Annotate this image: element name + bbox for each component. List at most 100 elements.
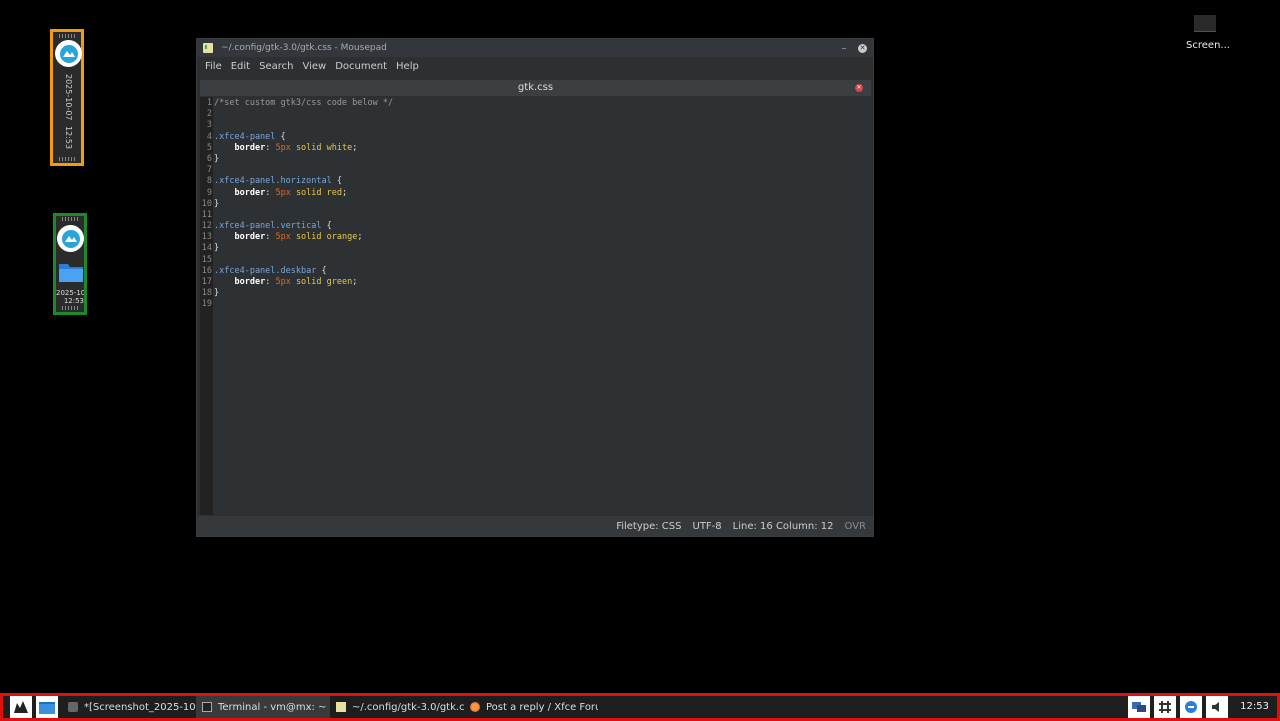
code-token: : xyxy=(265,232,276,243)
panel-clock[interactable]: 12:53 xyxy=(61,126,75,152)
window-title: ~/.config/gtk-3.0/gtk.css - Mousepad xyxy=(221,43,387,53)
code-line[interactable]: border: 5px solid orange; xyxy=(214,232,871,243)
line-number: 14 xyxy=(201,243,212,254)
code-line[interactable]: .xfce4-panel.horizontal { xyxy=(214,176,871,187)
code-token: 5px xyxy=(275,277,291,287)
code-token: } xyxy=(214,243,220,254)
code-token: border xyxy=(234,142,266,153)
taskbar-item[interactable]: Post a reply / Xfce Foru... xyxy=(464,696,598,718)
code-line[interactable]: } xyxy=(214,154,871,165)
line-number: 18 xyxy=(201,288,212,299)
line-number: 7 xyxy=(206,165,212,176)
panel-drag-handle[interactable] xyxy=(62,217,78,221)
vertical-panel: 2025-10-07 12:53 xyxy=(50,29,84,166)
panel-drag-handle[interactable] xyxy=(59,34,75,38)
code-token: border xyxy=(234,187,266,198)
code-line[interactable]: } xyxy=(214,243,871,254)
code-token: solid red xyxy=(295,187,342,198)
code-token: .xfce4-panel.vertical xyxy=(214,221,322,232)
mx-logo-icon[interactable] xyxy=(57,225,84,252)
panel-clock[interactable]: 12:53 xyxy=(56,297,84,305)
line-number: 12 xyxy=(201,221,212,232)
line-number: 19 xyxy=(201,299,212,310)
file-manager-icon[interactable] xyxy=(36,696,58,718)
code-token: solid white xyxy=(295,142,353,153)
code-line[interactable]: .xfce4-panel.deskbar { xyxy=(214,266,871,277)
code-line[interactable] xyxy=(214,120,871,131)
desktop-file-icon[interactable]: Screen... xyxy=(1184,12,1232,56)
line-number: 9 xyxy=(206,187,212,198)
taskbar-item[interactable]: Terminal - vm@mx: ~ xyxy=(196,696,330,718)
panel-drag-handle[interactable] xyxy=(62,306,78,310)
minimize-button[interactable]: – xyxy=(836,43,852,54)
code-line[interactable]: /*set custom gtk3/css code below */ xyxy=(214,98,871,109)
volume-icon[interactable] xyxy=(1206,696,1229,718)
line-number: 15 xyxy=(201,254,212,265)
tab-close-icon[interactable]: ✕ xyxy=(855,84,863,92)
menu-edit[interactable]: Edit xyxy=(227,61,254,72)
taskbar-item[interactable]: *[Screenshot_2025-10-... xyxy=(62,696,196,718)
tab-gtk-css[interactable]: gtk.css ✕ xyxy=(200,80,871,96)
system-tray: 12:53 xyxy=(1124,696,1277,718)
code-line[interactable] xyxy=(214,255,871,266)
code-token: { xyxy=(316,265,327,276)
line-number: 11 xyxy=(201,209,212,220)
code-token: } xyxy=(214,198,220,209)
line-number: 8 xyxy=(206,176,212,187)
code-line[interactable]: } xyxy=(214,199,871,210)
menu-view[interactable]: View xyxy=(298,61,330,72)
code-token: 5px xyxy=(275,187,291,198)
code-line[interactable] xyxy=(214,210,871,221)
menu-file[interactable]: File xyxy=(201,61,226,72)
code-token: : xyxy=(265,187,276,198)
code-token: .xfce4-panel.deskbar xyxy=(214,265,317,276)
code-token: : xyxy=(265,277,276,287)
line-number: 10 xyxy=(201,198,212,209)
code-token: ; xyxy=(342,187,348,198)
close-button[interactable]: ✕ xyxy=(858,43,867,53)
code-token: ; xyxy=(352,142,358,153)
code-token: ; xyxy=(352,277,358,287)
updater-icon[interactable] xyxy=(1180,696,1203,718)
code-token: } xyxy=(214,153,220,164)
code-line[interactable] xyxy=(214,109,871,120)
menu-help[interactable]: Help xyxy=(392,61,423,72)
line-number: 3 xyxy=(206,120,212,131)
code-line[interactable]: border: 5px solid red; xyxy=(214,188,871,199)
code-line[interactable]: border: 5px solid white; xyxy=(214,143,871,154)
window-titlebar[interactable]: ~/.config/gtk-3.0/gtk.css - Mousepad – ✕ xyxy=(197,39,873,57)
encoding-status: UTF-8 xyxy=(692,520,722,532)
code-line[interactable]: } xyxy=(214,288,871,299)
code-line[interactable]: .xfce4-panel { xyxy=(214,132,871,143)
network-icon[interactable] xyxy=(1128,696,1151,718)
panel-date: 2025-10-07 xyxy=(64,74,73,121)
code-line[interactable] xyxy=(214,165,871,176)
mx-logo-icon[interactable] xyxy=(55,40,82,67)
code-line[interactable] xyxy=(214,299,871,310)
horizontal-panel: *[Screenshot_2025-10-... Terminal - vm@m… xyxy=(0,693,1280,721)
code-token: .xfce4-panel xyxy=(214,131,276,142)
whisker-menu-icon[interactable] xyxy=(10,696,32,718)
code-area[interactable]: /*set custom gtk3/css code below */ .xfce… xyxy=(213,97,871,515)
folder-icon[interactable] xyxy=(57,258,85,286)
settings-icon[interactable] xyxy=(1154,696,1177,718)
menu-search[interactable]: Search xyxy=(255,61,297,72)
panel-drag-handle[interactable] xyxy=(59,157,75,161)
code-editor[interactable]: 1 2 3 4 5 6 7 8 9 10 11 12 13 14 15 16 17 18 19 /*set cust… xyxy=(200,97,871,515)
code-line[interactable]: border: 5px solid green; xyxy=(214,277,871,288)
code-token: .xfce4-panel.horizontal xyxy=(214,176,332,187)
taskbar-item[interactable]: ~/.config/gtk-3.0/gtk.cs... xyxy=(330,696,464,718)
taskbar-clock[interactable]: 12:53 xyxy=(1232,696,1277,718)
menu-bar: File Edit Search View Document Help xyxy=(197,57,873,76)
line-number-gutter: 1 2 3 4 5 6 7 8 9 10 11 12 13 14 15 16 17 18 19 xyxy=(200,97,213,515)
code-line[interactable]: .xfce4-panel.vertical { xyxy=(214,221,871,232)
code-token: ; xyxy=(357,232,363,243)
code-token: : xyxy=(265,142,276,153)
code-token: border xyxy=(234,232,266,243)
filetype-status[interactable]: Filetype: CSS xyxy=(616,521,681,532)
menu-document[interactable]: Document xyxy=(331,61,391,72)
line-number: 5 xyxy=(206,142,212,153)
code-token: 5px xyxy=(275,232,291,243)
